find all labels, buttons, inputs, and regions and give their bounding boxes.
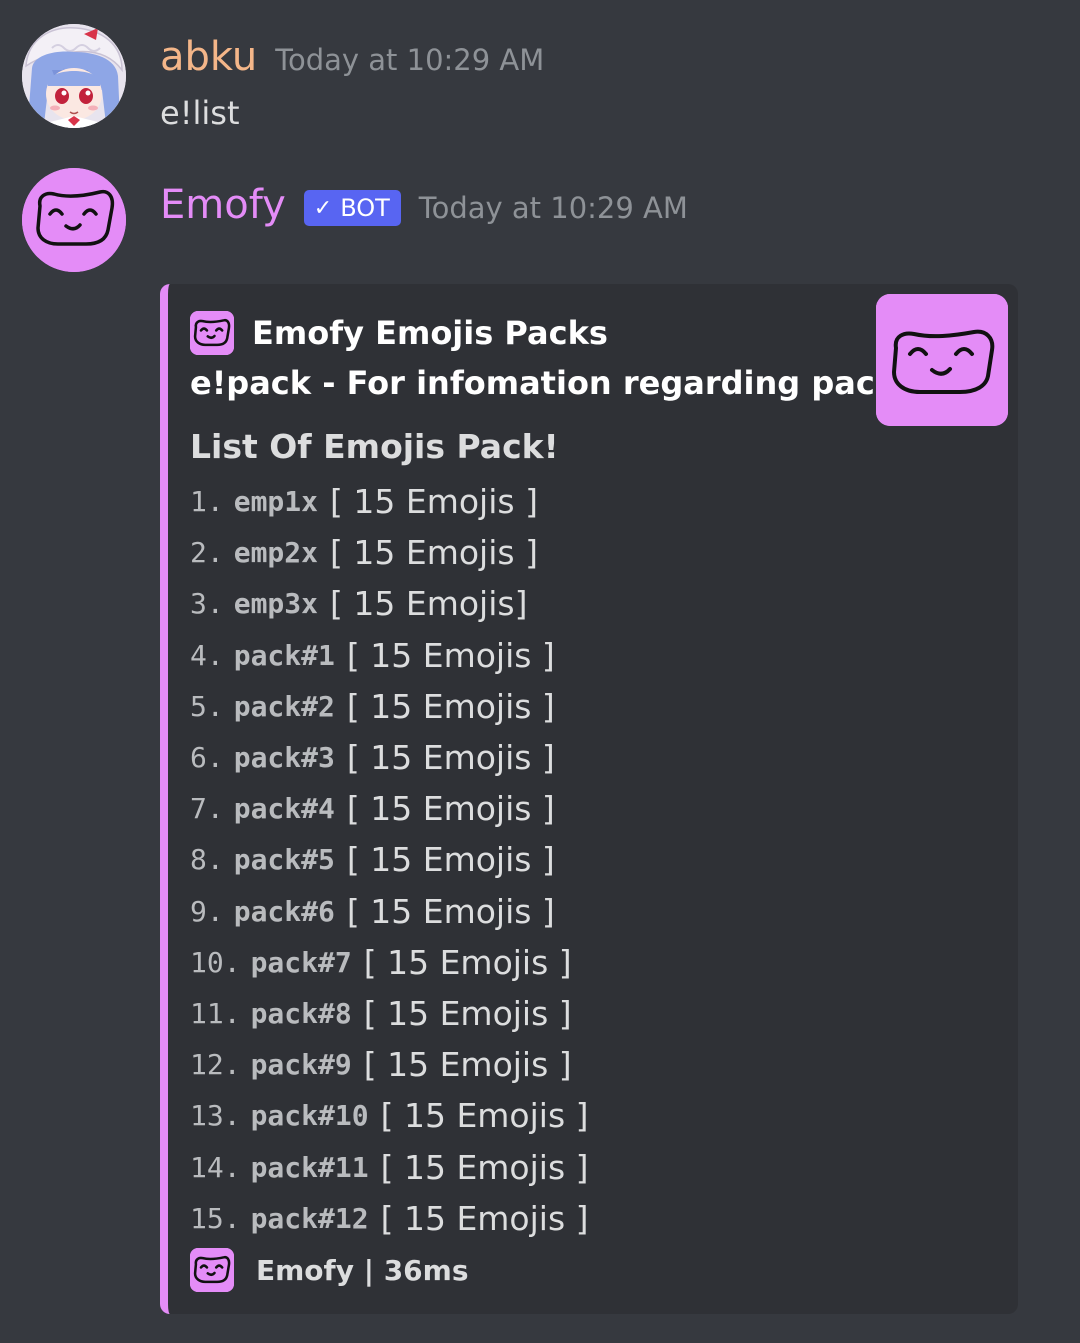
list-item-number: 9.: [190, 894, 224, 928]
list-item-count: [ 15 Emojis ]: [346, 891, 555, 931]
list-item-code: emp1x: [233, 485, 319, 519]
list-item-code: pack#10: [250, 1099, 369, 1133]
list-item: 12. pack#9 [ 15 Emojis ]: [190, 1039, 870, 1090]
embed-description: List Of Emojis Pack! 1. emp1x [ 15 Emojis …: [190, 424, 870, 1244]
list-item-count: [ 15 Emojis]: [330, 584, 528, 624]
list-item: 15. pack#12 [ 15 Emojis ]: [190, 1193, 870, 1244]
list-item-code: pack#2: [233, 689, 335, 723]
timestamp[interactable]: Today at 10:29 AM: [419, 191, 688, 225]
embed-author-name: Emofy Emojis Packs: [252, 314, 608, 352]
list-item-number: 1.: [190, 485, 224, 519]
anime-girl-avatar-icon: [22, 24, 126, 128]
list-item: 4. pack#1 [ 15 Emojis ]: [190, 630, 870, 681]
timestamp[interactable]: Today at 10:29 AM: [275, 43, 544, 77]
list-item-code: pack#5: [233, 843, 335, 877]
bot-tag: ✓ BOT: [303, 190, 401, 226]
message-emofy: Emofy ✓ BOT Today at 10:29 AM Emofy Emoj…: [0, 160, 1080, 1343]
list-item-code: pack#3: [233, 741, 335, 775]
list-item: 6. pack#3 [ 15 Emojis ]: [190, 732, 870, 783]
list-item-count: [ 15 Emojis ]: [346, 738, 555, 778]
list-item-code: pack#4: [233, 792, 335, 826]
embed-title: e!pack - For infomation regarding packs.: [190, 364, 928, 402]
pack-list: 1. emp1x [ 15 Emojis ] 2. emp2x [ 15 Emojis ]…: [190, 476, 870, 1244]
list-item-count: [ 15 Emojis ]: [380, 1096, 589, 1136]
list-item-count: [ 15 Emojis ]: [330, 482, 538, 522]
embed-author: Emofy Emojis Packs: [190, 311, 608, 355]
list-item: 1. emp1x [ 15 Emojis ]: [190, 476, 870, 527]
list-item-number: 3.: [190, 587, 224, 621]
list-item-count: [ 15 Emojis ]: [346, 635, 555, 675]
list-item-number: 11.: [190, 996, 241, 1030]
list-item: 5. pack#2 [ 15 Emojis ]: [190, 681, 870, 732]
list-item-count: [ 15 Emojis ]: [380, 1147, 589, 1187]
username[interactable]: Emofy: [160, 182, 286, 228]
list-item-code: pack#9: [250, 1048, 352, 1082]
list-item-code: pack#7: [250, 945, 352, 979]
list-item-count: [ 15 Emojis ]: [363, 1045, 572, 1085]
username[interactable]: abku: [160, 34, 257, 80]
list-item-count: [ 15 Emojis ]: [346, 840, 555, 880]
list-item-code: pack#12: [250, 1201, 369, 1235]
list-item-number: 15.: [190, 1201, 241, 1235]
list-item: 2. emp2x [ 15 Emojis ]: [190, 527, 870, 578]
list-item-number: 7.: [190, 792, 224, 826]
list-item-count: [ 15 Emojis ]: [363, 942, 572, 982]
list-item: 13. pack#10 [ 15 Emojis ]: [190, 1090, 870, 1141]
message-header: Emofy ✓ BOT Today at 10:29 AM: [160, 176, 688, 234]
smiley-face-icon: [190, 1248, 234, 1292]
list-heading: List Of Emojis Pack!: [190, 427, 559, 466]
list-item-code: pack#11: [250, 1150, 369, 1184]
list-item: 10. pack#7 [ 15 Emojis ]: [190, 937, 870, 988]
checkmark-icon: ✓: [313, 195, 333, 221]
list-item: 14. pack#11 [ 15 Emojis ]: [190, 1141, 870, 1192]
smiley-face-icon: [190, 311, 234, 355]
list-item-number: 6.: [190, 741, 224, 775]
smiley-face-avatar-icon: [22, 168, 126, 272]
message-header: abku Today at 10:29 AM: [160, 30, 544, 84]
list-item-count: [ 15 Emojis ]: [346, 789, 555, 829]
message-abku: abku Today at 10:29 AM e!list: [0, 0, 1080, 160]
embed-footer: Emofy | 36ms: [190, 1248, 469, 1292]
list-item-number: 5.: [190, 689, 224, 723]
embed: Emofy Emojis Packs e!pack - For infomati…: [160, 284, 1018, 1314]
list-item-number: 2.: [190, 536, 224, 570]
smiley-face-thumbnail-icon: [876, 294, 1008, 426]
list-item-code: pack#6: [233, 894, 335, 928]
avatar[interactable]: [22, 24, 126, 128]
list-item: 11. pack#8 [ 15 Emojis ]: [190, 988, 870, 1039]
embed-footer-text: Emofy | 36ms: [256, 1253, 469, 1287]
list-item-number: 8.: [190, 843, 224, 877]
list-item-number: 13.: [190, 1099, 241, 1133]
embed-thumbnail[interactable]: [876, 294, 1008, 426]
list-item-code: pack#1: [233, 638, 335, 672]
list-item-code: pack#8: [250, 996, 352, 1030]
list-item-number: 14.: [190, 1150, 241, 1184]
list-item-number: 12.: [190, 1048, 241, 1082]
list-item-count: [ 15 Emojis ]: [380, 1198, 589, 1238]
list-item-number: 4.: [190, 638, 224, 672]
list-item-number: 10.: [190, 945, 241, 979]
list-item-code: emp3x: [233, 587, 319, 621]
bot-tag-label: BOT: [340, 194, 390, 222]
list-item-count: [ 15 Emojis ]: [330, 533, 538, 573]
list-item: 7. pack#4 [ 15 Emojis ]: [190, 783, 870, 834]
avatar[interactable]: [22, 168, 126, 272]
list-item: 9. pack#6 [ 15 Emojis ]: [190, 886, 870, 937]
list-item: 3. emp3x [ 15 Emojis]: [190, 578, 870, 629]
list-item-count: [ 15 Emojis ]: [346, 686, 555, 726]
list-item-code: emp2x: [233, 536, 319, 570]
list-item: 8. pack#5 [ 15 Emojis ]: [190, 834, 870, 885]
message-content: e!list: [160, 94, 240, 132]
list-item-count: [ 15 Emojis ]: [363, 993, 572, 1033]
